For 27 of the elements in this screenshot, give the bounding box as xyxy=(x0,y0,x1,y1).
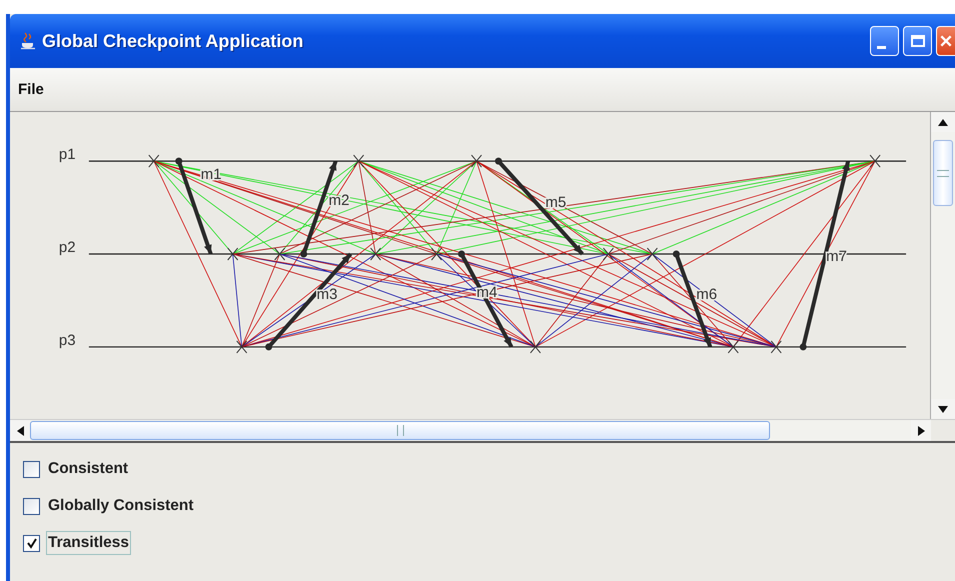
checkbox-label[interactable]: Globally Consistent xyxy=(46,494,196,518)
message-label: m4 xyxy=(476,284,498,301)
scroll-left-button[interactable] xyxy=(10,420,30,441)
process-label: p1 xyxy=(58,146,76,164)
close-icon xyxy=(939,34,953,48)
message-label: m3 xyxy=(316,286,338,303)
checkbox[interactable] xyxy=(23,534,40,552)
minimize-button[interactable] xyxy=(870,26,899,56)
maximize-button[interactable] xyxy=(903,26,932,56)
menu-item[interactable]: File xyxy=(18,81,44,98)
process-label: p2 xyxy=(58,239,76,256)
checkbox-label[interactable]: Consistent xyxy=(46,457,130,481)
checkbox[interactable] xyxy=(23,460,40,478)
horizontal-scrollbar[interactable] xyxy=(10,419,955,441)
checkbox[interactable] xyxy=(23,498,40,514)
coffee-cup-icon xyxy=(20,32,36,50)
close-button[interactable] xyxy=(936,26,955,56)
scrollbar-corner xyxy=(931,420,955,441)
vertical-scrollbar[interactable] xyxy=(930,112,955,419)
process-label: p3 xyxy=(58,332,76,349)
window-title: Global Checkpoint Application xyxy=(42,30,304,52)
scroll-thumb[interactable] xyxy=(30,421,770,440)
checkbox-label[interactable]: Transitless xyxy=(46,531,131,555)
scroll-right-button[interactable] xyxy=(911,420,931,441)
scroll-up-button[interactable] xyxy=(931,112,955,132)
scroll-down-button[interactable] xyxy=(931,399,955,419)
scroll-thumb[interactable] xyxy=(933,140,953,206)
